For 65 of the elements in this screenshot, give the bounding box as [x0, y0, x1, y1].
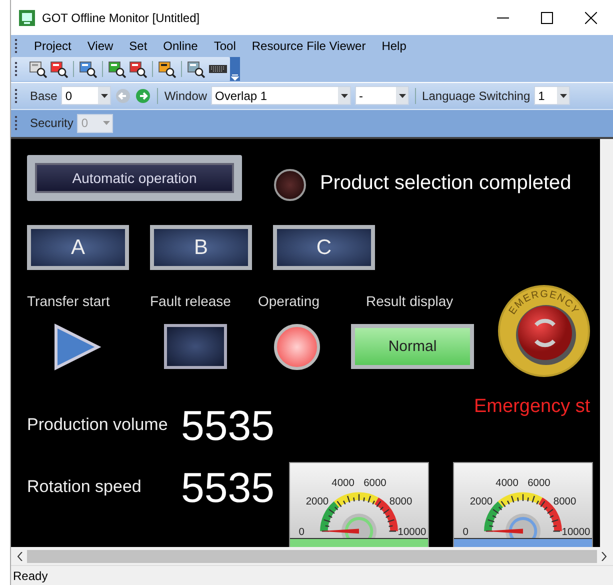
start-log-search-icon[interactable] — [108, 60, 126, 78]
indicator-label: Transfer start — [27, 293, 110, 309]
gauge-scale-label: 6000 — [528, 478, 550, 489]
gauge-scale-label: 8000 — [389, 496, 412, 508]
stop-log-search-icon[interactable] — [129, 60, 147, 78]
data-search-icon[interactable] — [79, 60, 97, 78]
gauge-scale-label: 10000 — [562, 527, 590, 538]
menu-item[interactable]: Tool — [206, 38, 244, 53]
reading-label: Rotation speed — [27, 477, 142, 497]
menu-item[interactable]: Help — [374, 38, 414, 53]
window-sub-dropdown[interactable]: - — [355, 86, 410, 106]
dropdown-arrow-icon — [340, 94, 348, 98]
square-button[interactable] — [164, 324, 227, 369]
zoom-search-icon[interactable] — [29, 60, 47, 78]
emergency-stop-label: Emergency st — [474, 396, 590, 418]
indicator-label: Fault release — [150, 293, 231, 309]
magnifier-icon[interactable] — [187, 60, 205, 78]
stop-search-icon[interactable] — [50, 60, 68, 78]
gauge-scale-label: 8000 — [553, 496, 576, 508]
scroll-left-icon[interactable] — [17, 552, 23, 560]
dropdown-arrow-icon — [398, 94, 406, 98]
gauge-scale-label: 2000 — [470, 496, 493, 508]
report-icon[interactable] — [158, 60, 176, 78]
indicator-label: Operating — [258, 293, 320, 309]
play-triangle-button[interactable] — [53, 323, 101, 371]
scrollbar-thumb[interactable] — [27, 550, 597, 562]
dropdown-arrow-icon — [100, 94, 108, 98]
selector-button[interactable]: A — [27, 225, 129, 270]
reading-value: 5535 — [181, 405, 274, 447]
dropdown-arrow-icon — [560, 94, 567, 98]
overflow-chevron-icon[interactable] — [231, 73, 239, 82]
reading-value: 5535 — [181, 467, 274, 509]
gauge-scale-label: 2000 — [306, 496, 329, 508]
close-icon[interactable] — [585, 12, 597, 24]
menu-item[interactable]: Resource File Viewer — [244, 38, 374, 53]
menu-item[interactable]: Online — [155, 38, 206, 53]
gauge-scale-label: 0 — [462, 527, 468, 538]
maximize-icon[interactable] — [541, 12, 553, 24]
automatic-operation-button[interactable]: Automatic operation — [27, 155, 242, 201]
result-display: Normal — [351, 324, 474, 369]
menu-item[interactable]: View — [79, 38, 122, 53]
menu-item[interactable]: Set — [121, 38, 156, 53]
window-dropdown[interactable]: Overlap 1 — [211, 86, 352, 106]
base-label: Base — [30, 88, 58, 103]
gauge-scale-label: 6000 — [364, 478, 386, 489]
gauge-scale-label: 0 — [298, 527, 304, 538]
selector-button[interactable]: C — [273, 225, 375, 270]
scroll-right-icon[interactable] — [601, 552, 607, 560]
gauge-scale-label: 4000 — [496, 478, 518, 489]
window-label: Window — [164, 88, 208, 103]
dropdown-arrow-icon — [102, 121, 110, 126]
reading-label: Production volume — [27, 415, 168, 435]
security-label: Security — [30, 116, 74, 130]
gauge-scale-label: 10000 — [398, 527, 426, 538]
menu-item[interactable]: Project — [26, 38, 80, 53]
indicator-label: Result display — [366, 293, 454, 309]
status-label: Product selection completed — [320, 172, 572, 195]
base-dropdown[interactable]: 0 — [61, 86, 112, 106]
gauge-scale-label: 4000 — [332, 478, 354, 489]
selector-button[interactable]: B — [150, 225, 252, 270]
language-switching-label: Language Switching — [422, 88, 530, 103]
app-icon — [19, 10, 35, 26]
status-text: Ready — [13, 568, 48, 582]
language-dropdown[interactable]: 1 — [534, 86, 570, 106]
window-title: GOT Offline Monitor [Untitled] — [42, 10, 201, 25]
